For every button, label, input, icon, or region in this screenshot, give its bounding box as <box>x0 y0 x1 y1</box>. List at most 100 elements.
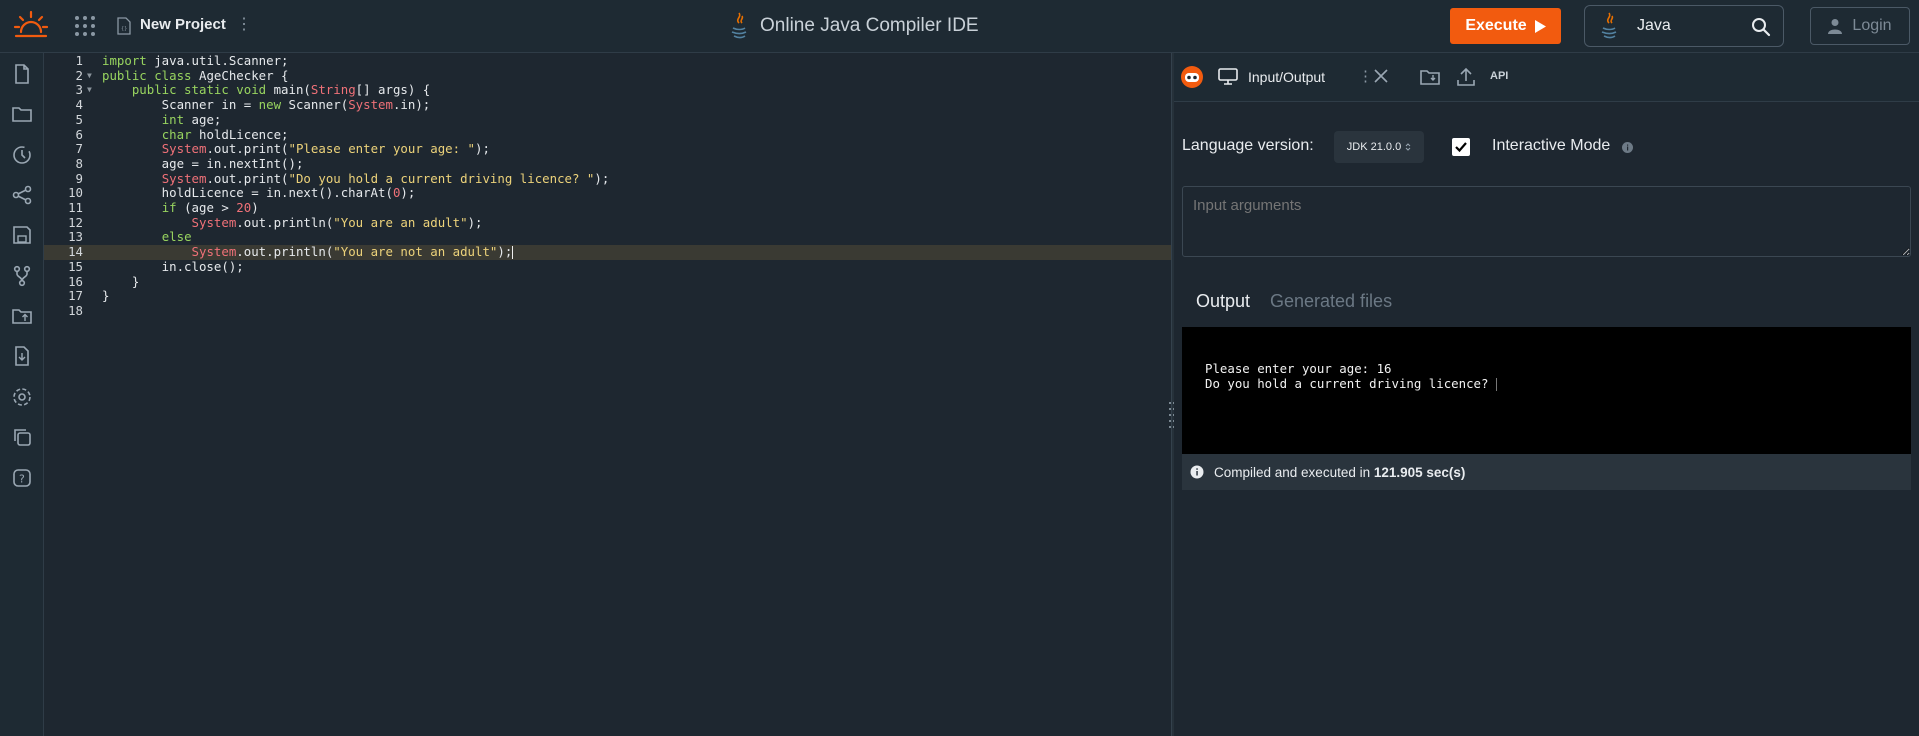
line-number: 15 <box>68 258 83 274</box>
jdk-version-value: JDK 21.0.0 <box>1346 141 1402 153</box>
input-arguments-field[interactable] <box>1182 186 1911 257</box>
code-text: import java.util.Scanner; <box>102 53 289 68</box>
project-name[interactable]: New Project <box>140 16 226 33</box>
ai-assistant-icon[interactable] <box>1180 65 1204 89</box>
code-line[interactable]: 2 ▼ public class AgeChecker { <box>44 67 1171 84</box>
folder-icon[interactable] <box>11 103 33 125</box>
output-text: Please enter your age: 16 Do you hold a … <box>1205 361 1489 391</box>
line-number: 3 <box>75 82 83 98</box>
history-icon[interactable] <box>11 144 33 166</box>
line-number: 9 <box>75 170 83 186</box>
code-line[interactable]: 15 in.close(); <box>44 258 1171 275</box>
share-icon[interactable] <box>11 184 33 206</box>
save-icon[interactable] <box>11 224 33 246</box>
apps-grid-icon[interactable] <box>74 15 96 37</box>
status-time: 121.905 sec(s) <box>1373 464 1466 480</box>
monitor-icon <box>1218 68 1238 85</box>
fold-arrow-icon[interactable]: ▼ <box>87 83 92 98</box>
code-text: holdLicence = in.next().charAt(0); <box>102 185 416 201</box>
tab-generated-files[interactable]: Generated files <box>1270 291 1392 312</box>
fold-arrow-icon[interactable]: ▼ <box>87 69 92 84</box>
code-text: else <box>161 229 192 245</box>
line-number: 13 <box>68 229 83 245</box>
code-text: } <box>102 273 140 289</box>
line-number: 14 <box>68 244 83 260</box>
tab-input-output[interactable]: Input/Output <box>1218 53 1325 101</box>
code-text: in.close(); <box>102 258 244 274</box>
top-bar: {} New Project ⋮ Online Java Compiler ID… <box>0 0 1919 53</box>
download-folder-icon[interactable] <box>1420 67 1440 87</box>
svg-text:?: ? <box>19 473 25 486</box>
code-line[interactable]: 10 holdLicence = in.next().charAt(0); <box>44 185 1171 201</box>
git-branch-icon[interactable] <box>11 265 33 287</box>
code-line[interactable]: 13 else <box>44 230 1171 245</box>
output-console[interactable]: Please enter your age: 16 Do you hold a … <box>1182 327 1911 454</box>
code-text: char holdLicence; <box>161 126 289 142</box>
line-number: 10 <box>68 185 83 201</box>
line-number: 4 <box>75 97 83 113</box>
code-line[interactable]: 8 age = in.nextInt(); <box>44 155 1171 172</box>
left-sidebar: ? <box>0 53 44 736</box>
copy-icon[interactable] <box>11 426 33 448</box>
tab-menu-icon[interactable]: ⋮ <box>1358 67 1373 85</box>
interactive-mode-checkbox[interactable] <box>1452 138 1470 156</box>
execute-label: Execute <box>1465 17 1527 34</box>
line-number: 5 <box>75 111 83 127</box>
new-file-icon[interactable] <box>11 63 33 85</box>
code-line[interactable]: 9 System.out.print("Do you hold a curren… <box>44 170 1171 187</box>
download-icon[interactable] <box>11 345 33 367</box>
line-number: 12 <box>68 214 83 230</box>
code-line[interactable]: 7 System.out.print("Please enter your ag… <box>44 141 1171 157</box>
line-number: 16 <box>68 273 83 289</box>
line-number: 2 <box>75 67 83 83</box>
code-line[interactable]: 14 System.out.println("You are not an ad… <box>44 244 1171 260</box>
code-text: System.out.println("You are an adult"); <box>191 214 483 230</box>
language-selector[interactable]: Java <box>1584 5 1784 47</box>
help-icon[interactable]: ? <box>11 467 33 489</box>
code-line[interactable]: 4 Scanner in = new Scanner(System.in); <box>44 97 1171 113</box>
user-icon <box>1828 19 1843 34</box>
code-text: if (age > 20) <box>161 200 259 215</box>
java-logo-icon <box>1601 12 1617 39</box>
line-number: 7 <box>75 141 83 157</box>
chevron-up-down-icon <box>1405 143 1411 151</box>
line-number: 6 <box>75 126 83 142</box>
upload-folder-icon[interactable] <box>11 305 33 327</box>
login-button[interactable]: Login <box>1810 7 1910 45</box>
file-icon: {} <box>117 17 131 35</box>
code-text: Scanner in = new Scanner(System.in); <box>102 97 431 113</box>
search-icon[interactable] <box>1751 17 1771 37</box>
io-panel: Input/Output ⋮ API Language version: JDK… <box>1174 53 1919 736</box>
settings-icon[interactable] <box>11 386 33 408</box>
jdk-version-select[interactable]: JDK 21.0.0 <box>1334 131 1424 163</box>
code-line[interactable]: 18 <box>44 302 1171 319</box>
info-icon[interactable] <box>1622 142 1633 153</box>
checkmark-icon <box>1455 142 1467 153</box>
line-number: 8 <box>75 155 83 171</box>
language-version-label: Language version: <box>1182 137 1314 154</box>
code-line[interactable]: 3 ▼ public static void main(String[] args… <box>44 83 1171 98</box>
code-line[interactable]: 1 import java.util.Scanner; <box>44 53 1171 69</box>
project-menu-icon[interactable]: ⋮ <box>236 14 252 34</box>
sun-logo-icon[interactable] <box>12 8 50 46</box>
line-number: 18 <box>68 302 83 318</box>
close-icon[interactable] <box>1373 68 1389 84</box>
api-link[interactable]: API <box>1490 70 1508 82</box>
code-line[interactable]: 17} <box>44 288 1171 304</box>
tab-output[interactable]: Output <box>1196 291 1250 312</box>
panel-tab-bar: Input/Output ⋮ API <box>1174 53 1919 102</box>
code-text: System.out.println("You are not an adult… <box>191 244 514 260</box>
status-prefix: Compiled and executed in <box>1214 464 1374 480</box>
interactive-mode-label: Interactive Mode <box>1492 137 1611 154</box>
code-line[interactable]: 6 char holdLicence; <box>44 126 1171 143</box>
execute-button[interactable]: Execute <box>1450 8 1561 44</box>
code-line[interactable]: 11 if (age > 20) <box>44 200 1171 216</box>
upload-icon[interactable] <box>1456 67 1476 87</box>
code-line[interactable]: 5 int age; <box>44 111 1171 128</box>
code-line[interactable]: 12 System.out.println("You are an adult"… <box>44 214 1171 231</box>
app-title: Online Java Compiler IDE <box>760 15 979 36</box>
line-number: 17 <box>68 288 83 304</box>
code-text: int age; <box>161 111 222 127</box>
code-editor[interactable]: 1 import java.util.Scanner; 2 ▼ public class… <box>44 53 1171 736</box>
code-line[interactable]: 16 } <box>44 273 1171 290</box>
